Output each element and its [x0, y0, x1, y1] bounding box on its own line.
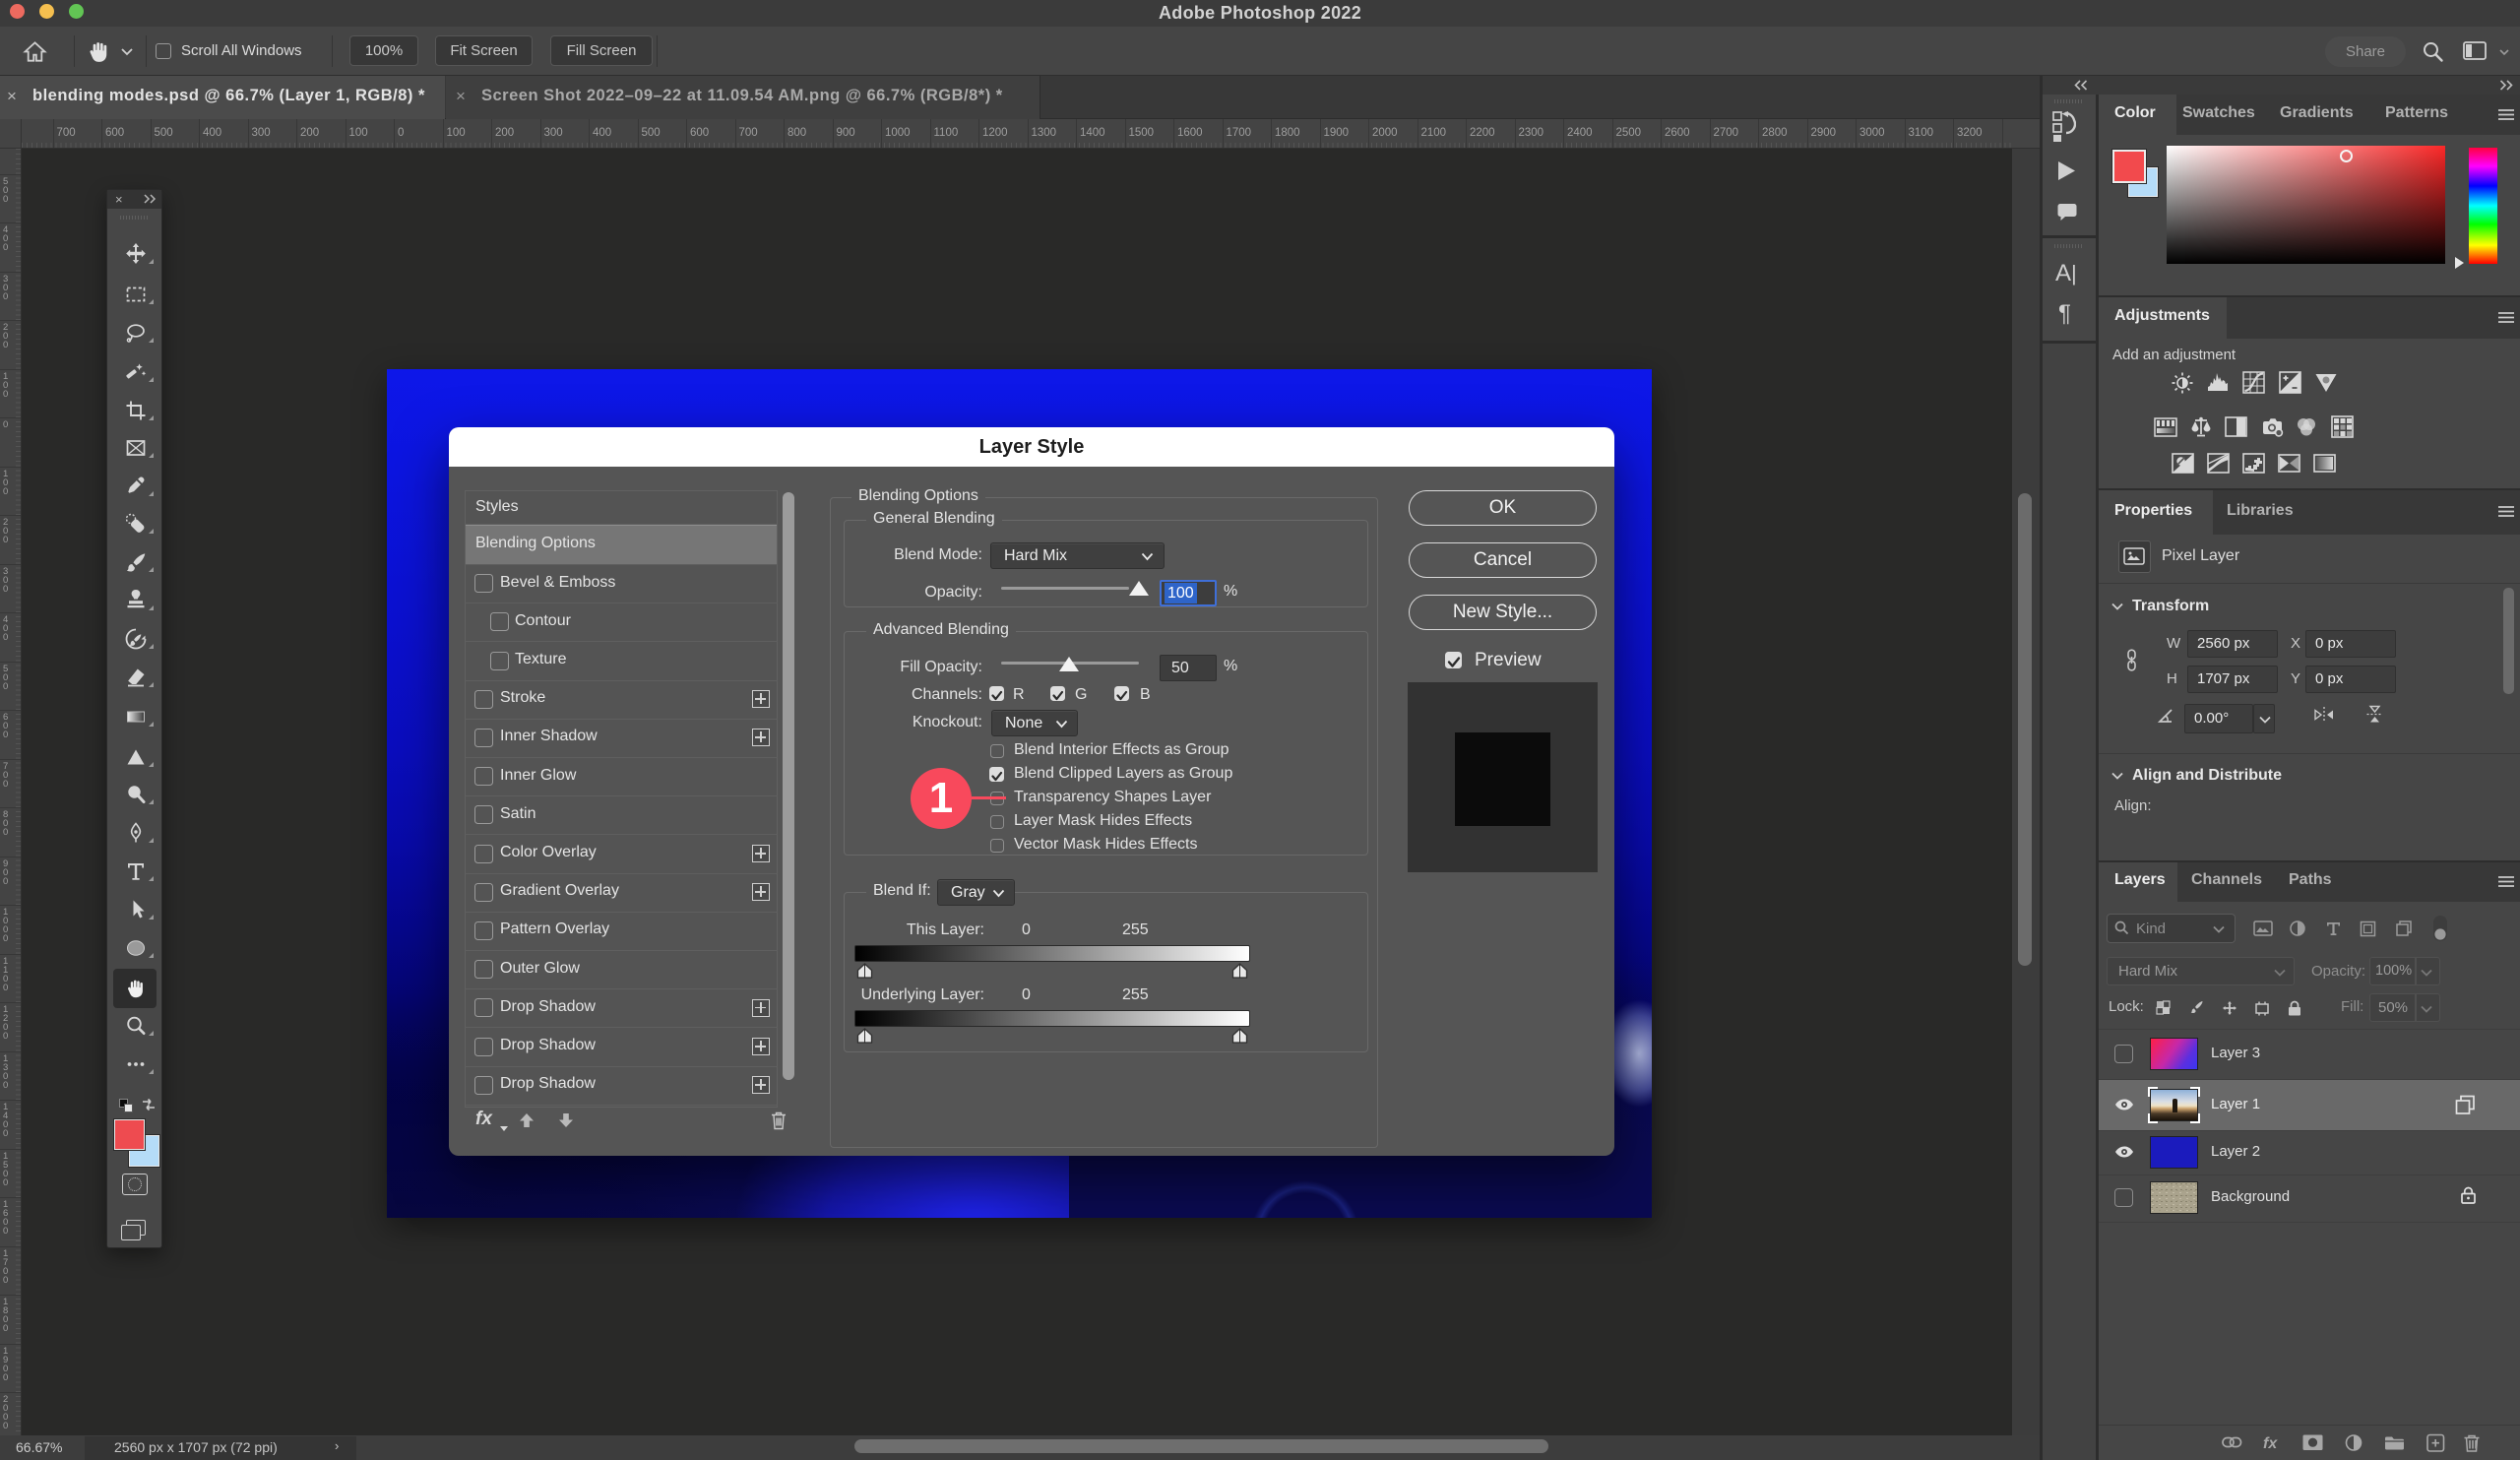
svg-text:fx: fx: [2263, 1435, 2278, 1452]
